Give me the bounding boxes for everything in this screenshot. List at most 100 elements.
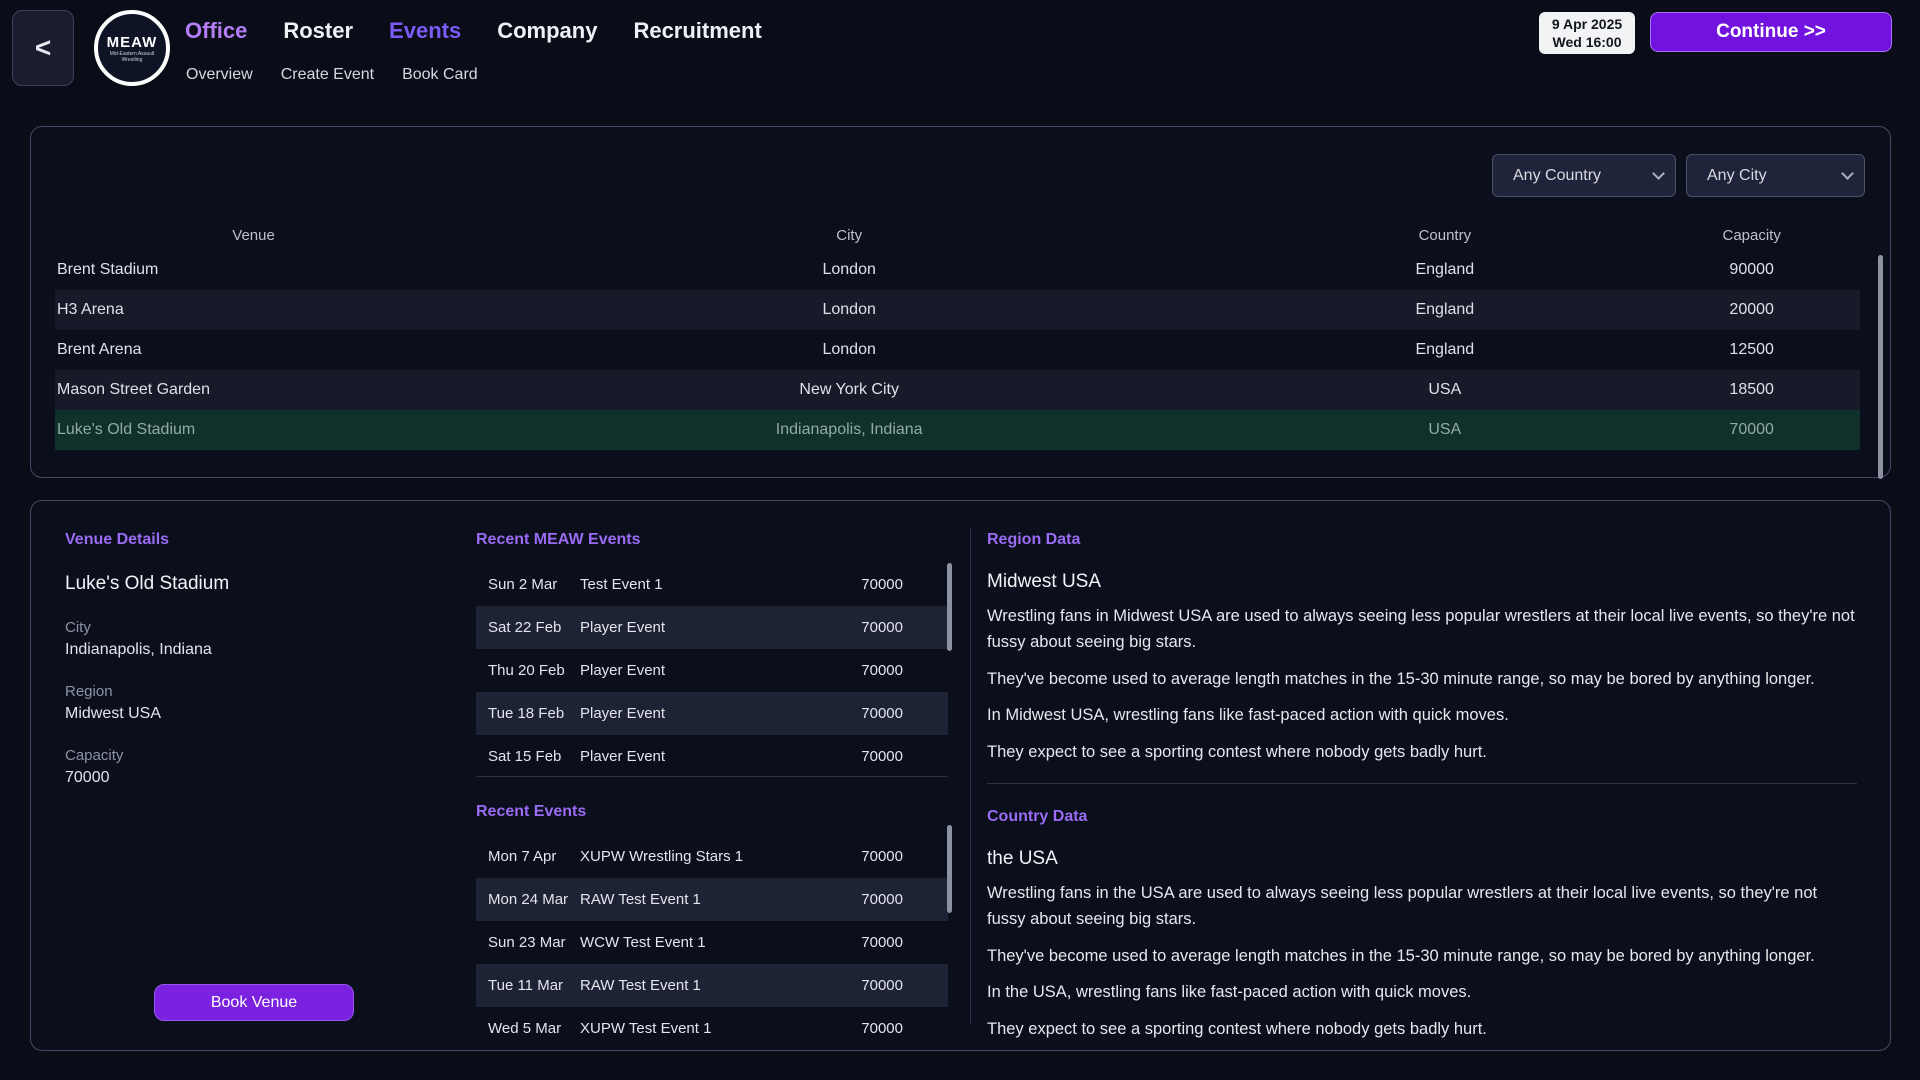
venue-details-panel: Venue Details Luke's Old Stadium City In…	[30, 500, 1891, 1051]
subnav-overview[interactable]: Overview	[186, 66, 253, 84]
nav-office[interactable]: Office	[185, 18, 247, 44]
region-country-column: Region Data Midwest USA Wrestling fans i…	[987, 531, 1857, 1042]
table-row[interactable]: H3 Arena London England 20000	[55, 290, 1860, 330]
nav-roster[interactable]: Roster	[283, 18, 353, 44]
country-paragraph: They've become used to average length ma…	[987, 943, 1857, 969]
col-header-city: City	[452, 227, 1246, 244]
city-filter-value: Any City	[1707, 167, 1767, 185]
region-value: Midwest USA	[65, 705, 445, 723]
game-date-display: 9 Apr 2025 Wed 16:00	[1539, 12, 1635, 54]
table-row[interactable]: Brent Stadium London England 90000	[55, 250, 1860, 290]
event-attendance: 70000	[833, 619, 903, 636]
event-date: Mon 7 Apr	[488, 848, 580, 865]
country-cell: England	[1246, 261, 1643, 279]
time-line: Wed 16:00	[1553, 33, 1622, 51]
event-date: Mon 24 Mar	[488, 891, 580, 908]
company-logo: MEAW Mid-Eastern Assault Wrestling	[94, 10, 170, 86]
country-name: the USA	[987, 848, 1857, 870]
event-attendance: 70000	[833, 1020, 903, 1033]
list-item[interactable]: Wed 5 Mar XUPW Test Event 1 70000	[476, 1007, 948, 1033]
nav-recruitment[interactable]: Recruitment	[633, 18, 761, 44]
country-filter-dropdown[interactable]: Any Country	[1492, 154, 1676, 197]
event-attendance: 70000	[833, 748, 903, 761]
logo-text: MEAW	[107, 34, 158, 51]
list-item[interactable]: Sat 22 Feb Player Event 70000	[476, 606, 948, 649]
book-venue-button[interactable]: Book Venue	[154, 984, 354, 1021]
city-label: City	[65, 619, 445, 636]
event-name: WCW Test Event 1	[580, 934, 833, 951]
event-name: Player Event	[580, 705, 833, 722]
city-cell: London	[452, 261, 1246, 279]
capacity-cell: 12500	[1643, 341, 1860, 359]
region-data-title: Region Data	[987, 531, 1857, 549]
main-nav: Office Roster Events Company Recruitment	[185, 18, 762, 44]
region-paragraph: They expect to see a sporting contest wh…	[987, 739, 1857, 765]
meaw-events-title: Recent MEAW Events	[476, 531, 948, 549]
list-item[interactable]: Mon 24 Mar RAW Test Event 1 70000	[476, 878, 948, 921]
event-date: Tue 11 Mar	[488, 977, 580, 994]
event-attendance: 70000	[833, 576, 903, 593]
table-row[interactable]: Brent Arena London England 12500	[55, 330, 1860, 370]
chevron-down-icon	[1652, 167, 1665, 180]
table-row-selected[interactable]: Luke's Old Stadium Indianapolis, Indiana…	[55, 410, 1860, 450]
chevron-down-icon	[1841, 167, 1854, 180]
table-scrollbar[interactable]	[1878, 255, 1883, 479]
list-item[interactable]: Mon 7 Apr XUPW Wrestling Stars 1 70000	[476, 835, 948, 878]
capacity-value: 70000	[65, 769, 445, 787]
city-cell: New York City	[452, 381, 1246, 399]
country-paragraph: Wrestling fans in the USA are used to al…	[987, 880, 1857, 933]
country-paragraph: They expect to see a sporting contest wh…	[987, 1016, 1857, 1042]
recent-events-list: Mon 7 Apr XUPW Wrestling Stars 1 70000 M…	[476, 835, 948, 1033]
event-date: Tue 18 Feb	[488, 705, 580, 722]
venue-table-header: Venue City Country Capacity	[55, 220, 1860, 250]
column-divider	[970, 528, 971, 1025]
event-attendance: 70000	[833, 977, 903, 994]
logo-subtitle: Mid-Eastern Assault Wrestling	[103, 51, 161, 63]
venue-cell: Brent Arena	[55, 341, 452, 359]
venue-cell: H3 Arena	[55, 301, 452, 319]
venue-name: Luke's Old Stadium	[65, 573, 445, 595]
event-name: Player Event	[580, 619, 833, 636]
venue-info-column: Venue Details Luke's Old Stadium City In…	[65, 531, 445, 787]
book-venue-label: Book Venue	[211, 994, 297, 1012]
list-item[interactable]: Thu 20 Feb Player Event 70000	[476, 649, 948, 692]
event-attendance: 70000	[833, 848, 903, 865]
city-cell: London	[452, 341, 1246, 359]
region-paragraph: In Midwest USA, wrestling fans like fast…	[987, 702, 1857, 728]
nav-events[interactable]: Events	[389, 18, 461, 44]
country-data-title: Country Data	[987, 808, 1857, 826]
recent-events-scrollbar[interactable]	[947, 825, 952, 913]
event-name: Player Event	[580, 748, 833, 761]
country-cell: England	[1246, 301, 1643, 319]
country-cell: USA	[1246, 381, 1643, 399]
meaw-events-list: Sun 2 Mar Test Event 1 70000 Sat 22 Feb …	[476, 563, 948, 761]
venue-cell: Luke's Old Stadium	[55, 421, 452, 439]
capacity-cell: 90000	[1643, 261, 1860, 279]
region-paragraph: Wrestling fans in Midwest USA are used t…	[987, 603, 1857, 656]
list-item[interactable]: Sun 23 Mar WCW Test Event 1 70000	[476, 921, 948, 964]
subnav-book-card[interactable]: Book Card	[402, 66, 478, 84]
event-attendance: 70000	[833, 891, 903, 908]
event-name: Player Event	[580, 662, 833, 679]
continue-label: Continue >>	[1716, 21, 1826, 43]
city-value: Indianapolis, Indiana	[65, 641, 445, 659]
country-cell: England	[1246, 341, 1643, 359]
list-item[interactable]: Tue 11 Mar RAW Test Event 1 70000	[476, 964, 948, 1007]
event-date: Wed 5 Mar	[488, 1020, 580, 1033]
event-date: Sat 22 Feb	[488, 619, 580, 636]
event-attendance: 70000	[833, 705, 903, 722]
region-label: Region	[65, 683, 445, 700]
city-filter-dropdown[interactable]: Any City	[1686, 154, 1865, 197]
list-item[interactable]: Tue 18 Feb Player Event 70000	[476, 692, 948, 735]
col-header-capacity: Capacity	[1643, 227, 1860, 244]
nav-company[interactable]: Company	[497, 18, 597, 44]
back-button[interactable]: <	[12, 10, 74, 86]
list-item[interactable]: Sat 15 Feb Player Event 70000	[476, 735, 948, 761]
event-date: Thu 20 Feb	[488, 662, 580, 679]
continue-button[interactable]: Continue >>	[1650, 12, 1892, 52]
table-row[interactable]: Mason Street Garden New York City USA 18…	[55, 370, 1860, 410]
subnav-create-event[interactable]: Create Event	[281, 66, 374, 84]
list-item[interactable]: Sun 2 Mar Test Event 1 70000	[476, 563, 948, 606]
meaw-events-scrollbar[interactable]	[947, 563, 952, 651]
region-name: Midwest USA	[987, 571, 1857, 593]
